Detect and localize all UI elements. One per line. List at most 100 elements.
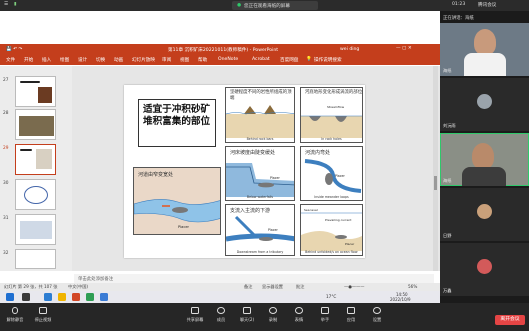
participant-tile[interactable]: 日野 [440, 188, 529, 241]
language-indicator[interactable]: 中文(中国) [68, 284, 88, 290]
thumbnail-image [38, 87, 52, 103]
sharing-status-pill[interactable]: ● 您正在观看海纸的屏幕 [232, 1, 318, 10]
powerpoint-icon[interactable] [72, 293, 80, 301]
edge-icon[interactable] [44, 293, 52, 301]
comments-toggle[interactable]: 批注 [296, 284, 304, 290]
participant-name: 万鑫 [443, 288, 452, 293]
participant-tile[interactable]: 万鑫 [440, 243, 529, 296]
participant-tile-video[interactable]: 海纸 [440, 23, 529, 76]
participant-shirt [462, 167, 506, 186]
slide-counter: 幻灯片 第 29 张，共 107 张 [4, 284, 58, 289]
participants-panel: 正在讲话：海纸 海纸 刘沅雨 海纸 日野 万鑫 [440, 11, 529, 303]
screen-share-icon: ● [237, 3, 242, 8]
ppt-user-name[interactable]: wei ding [340, 47, 359, 52]
participant-name: 刘沅雨 [443, 123, 456, 128]
video-button[interactable]: 停止视频 [30, 307, 56, 323]
ribbon-tab-acrobat[interactable]: Acrobat [252, 57, 270, 62]
folder-icon[interactable] [58, 293, 66, 301]
ppt-status-bar: 幻灯片 第 29 张，共 107 张 中文(中国) 备注 显示器设置 批注 —●… [0, 283, 440, 291]
windows-taskbar: 17°C 14:50 2022/10/9 [0, 291, 440, 303]
thumbnail-title-bar [20, 81, 40, 83]
panel-caption: In rock holes [321, 137, 342, 141]
streamflow-label: Streamflow [327, 105, 345, 109]
ppt-ribbon-tabs: 文件 开始 插入 绘图 设计 切换 动画 幻灯片放映 审阅 视图 帮助 OneN… [0, 55, 440, 65]
slide-thumbnail[interactable] [15, 214, 56, 245]
autosave-icon[interactable]: 💾 ↶ ↷ [6, 47, 22, 52]
window-controls-icon[interactable]: — ▢ ✕ [396, 46, 412, 51]
ribbon-tab-animations[interactable]: 动画 [114, 57, 123, 63]
current-label: Prevailing current [325, 218, 352, 222]
thumb-number: 29 [3, 146, 9, 151]
ribbon-tab-baidu[interactable]: 百度网盘 [280, 57, 298, 63]
menu-icon[interactable]: ☰ [4, 2, 8, 7]
slide-thumbnail-selected[interactable] [15, 144, 56, 175]
notes-pane[interactable]: 单击此处添加备注 [74, 274, 434, 283]
emoji-button[interactable]: 表情 [286, 307, 312, 323]
placer-label: Placer [345, 242, 355, 246]
ribbon-tab-slideshow[interactable]: 幻灯片放映 [132, 57, 155, 63]
thumb-number: 30 [3, 181, 9, 186]
panel-rock-holes: 河底地形变化形成涡流的部位 Streamflow In rock holes [300, 87, 363, 143]
zoom-level[interactable]: 56% [408, 284, 417, 289]
scrollbar-thumb[interactable] [434, 176, 437, 190]
participant-face [472, 143, 494, 169]
raise-hand-button[interactable]: 举手 [312, 307, 338, 323]
slide-thumbnail[interactable] [15, 109, 56, 140]
placer-label: Placer [268, 228, 278, 232]
record-button[interactable]: 录制 [260, 307, 286, 323]
mic-icon [12, 307, 18, 314]
ribbon-search[interactable]: 操作说明搜索 [314, 57, 342, 63]
slide-thumbnail[interactable] [15, 249, 56, 269]
panel-rock-bars: 坚硬程度不同的岩性所组成的顶端 Behind rock bars [225, 87, 295, 143]
meeting-app-icon[interactable] [100, 293, 108, 301]
ribbon-tab-design[interactable]: 设计 [78, 57, 87, 63]
panel-tributary: 支流入主流的下游 Placer Downstream from a tribut… [225, 204, 295, 256]
panel-title: 坚硬程度不同的岩性所组成的顶端 [230, 90, 292, 101]
current-slide[interactable]: 适宜于冲积砂矿堆积富集的部位 河道由窄变宽处 Placer 坚硬程度不同的岩性所… [124, 85, 365, 258]
windows-start-icon[interactable] [6, 293, 14, 301]
thumbnail-image [19, 116, 54, 136]
ribbon-tab-draw[interactable]: 绘图 [60, 57, 69, 63]
search-icon[interactable] [22, 293, 30, 301]
ribbon-tab-transitions[interactable]: 切换 [96, 57, 105, 63]
settings-button[interactable]: 设置 [364, 307, 390, 323]
participant-tile[interactable]: 刘沅雨 [440, 78, 529, 131]
recording-label[interactable]: 腾讯会议 [478, 2, 496, 8]
emoji-icon [295, 307, 303, 314]
panel-ocean-floor: Sea level Prevailing current Placer Behi… [300, 204, 363, 256]
ribbon-tab-home[interactable]: 开始 [24, 57, 33, 63]
share-screen-button[interactable]: 共享屏幕 [182, 307, 208, 323]
meeting-time: 01:23 [452, 2, 466, 7]
display-settings[interactable]: 显示器设置 [262, 284, 283, 290]
thumb-number: 32 [3, 251, 9, 256]
chat-button[interactable]: 聊天(2) [234, 307, 260, 323]
slide-scrollbar[interactable] [433, 66, 438, 271]
thumb-number: 31 [3, 216, 9, 221]
ribbon-tab-help[interactable]: 帮助 [198, 57, 207, 63]
ribbon-tab-file[interactable]: 文件 [6, 57, 15, 63]
panel-title: 河道由窄变宽处 [138, 172, 174, 178]
members-button[interactable]: 成员 [208, 307, 234, 323]
zoom-slider[interactable]: —●——— [344, 284, 364, 289]
notes-toggle[interactable]: 备注 [244, 284, 252, 290]
weather-text: 17°C [326, 294, 337, 299]
placer-label: Placer [178, 225, 190, 229]
ribbon-tab-onenote[interactable]: OneNote [218, 57, 238, 62]
panel-waterfall: 河床坡度由陡变缓处 Placer Below waterfalls [225, 146, 295, 201]
apps-button[interactable]: 应用 [338, 307, 364, 323]
participant-name: 海纸 [443, 178, 452, 183]
ribbon-tab-insert[interactable]: 插入 [42, 57, 51, 63]
mute-button[interactable]: 解除静音 [2, 307, 28, 323]
ppt-window-title: 第11章 沉积矿床20221011(教师稿件) - PowerPoint [168, 48, 279, 53]
avatar [477, 259, 492, 274]
meeting-top-bar: ☰ ▮ ● 您正在观看海纸的屏幕 01:23 腾讯会议 [0, 0, 529, 11]
participant-tile-video-active[interactable]: 海纸 [440, 133, 529, 186]
ribbon-tab-view[interactable]: 视图 [180, 57, 189, 63]
slide-thumbnail[interactable] [15, 179, 56, 210]
thumbnail-pane[interactable]: 27 28 29 30 31 32 [0, 66, 72, 271]
ribbon-tab-review[interactable]: 审阅 [162, 57, 171, 63]
wechat-icon[interactable] [86, 293, 94, 301]
panel-title: 河底地形变化形成涡流的部位 [305, 90, 363, 95]
slide-thumbnail[interactable] [15, 76, 56, 107]
leave-meeting-button[interactable]: 离开会议 [495, 315, 525, 325]
